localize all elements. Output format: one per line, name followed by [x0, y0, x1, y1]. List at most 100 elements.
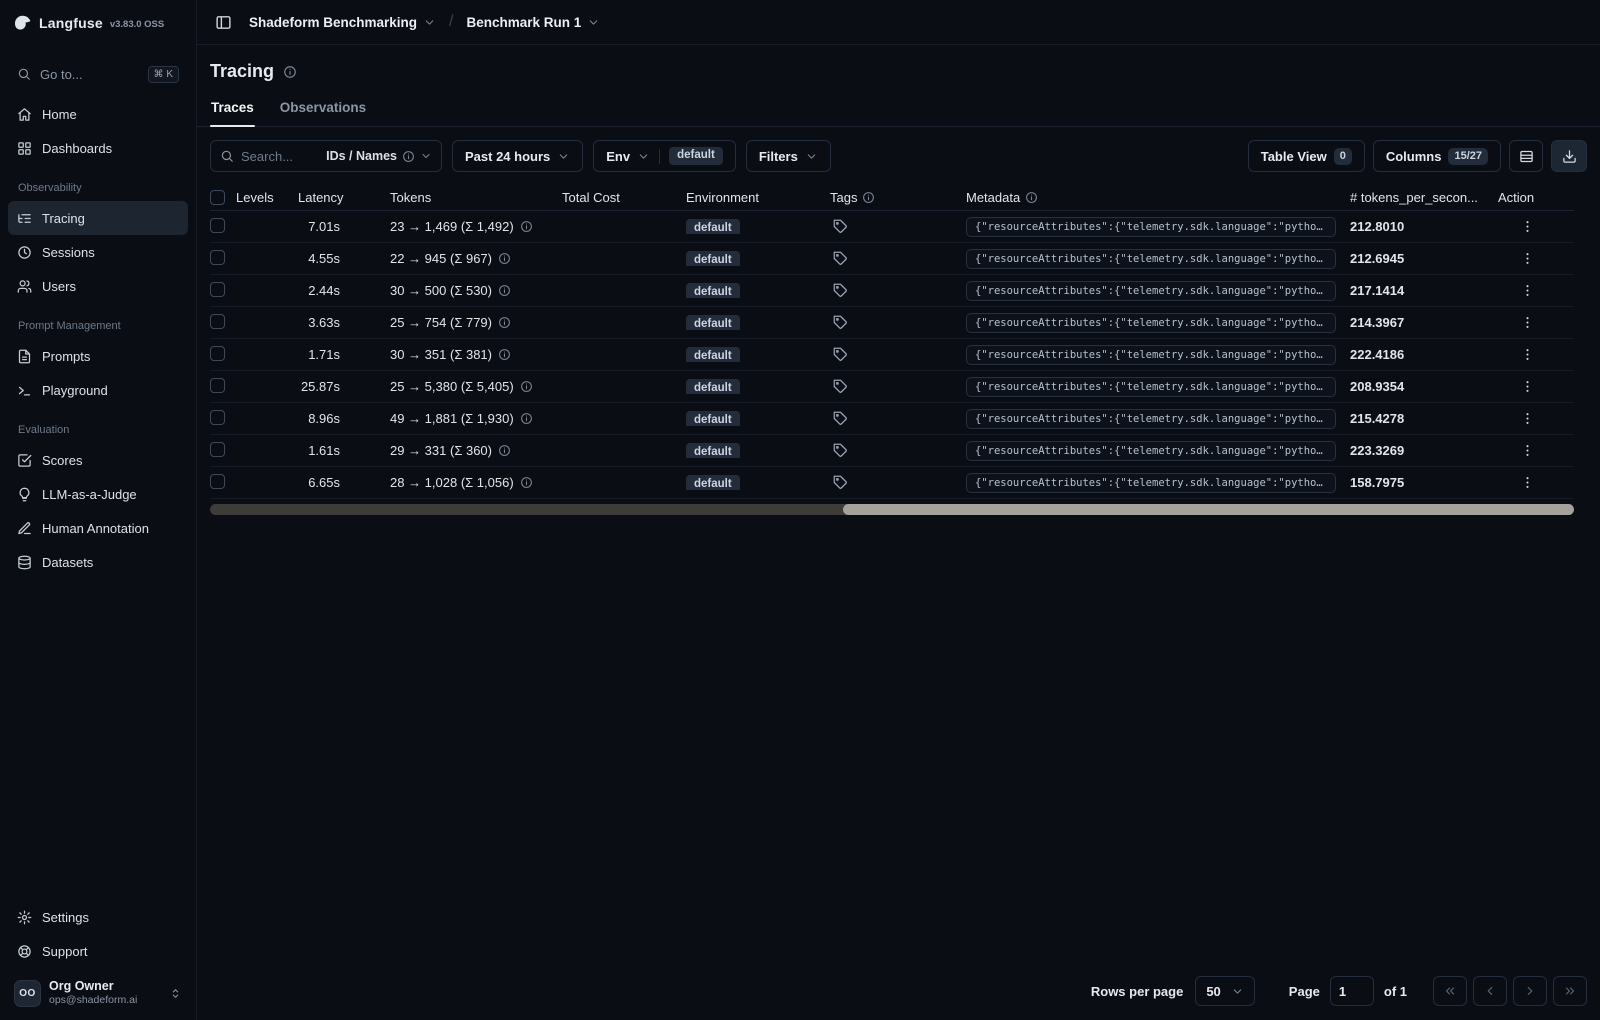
row-actions-button[interactable] — [1516, 376, 1538, 398]
next-page-button[interactable] — [1513, 976, 1547, 1006]
row-actions-button[interactable] — [1516, 216, 1538, 238]
column-header-environment[interactable]: Environment — [686, 190, 830, 205]
metadata-preview[interactable]: {"resourceAttributes":{"telemetry.sdk.la… — [966, 216, 1336, 237]
row-actions-button[interactable] — [1516, 280, 1538, 302]
table-row[interactable]: 1.71s 30 → 351 (Σ 381) default {"resourc… — [210, 339, 1574, 371]
scrollbar-thumb[interactable] — [842, 504, 1574, 515]
sidebar-item-users[interactable]: Users — [8, 269, 188, 303]
search-box[interactable]: IDs / Names — [210, 140, 442, 172]
sidebar-toggle-button[interactable] — [210, 9, 236, 35]
column-header-tokens-per-second[interactable]: # tokens_per_secon... — [1350, 190, 1498, 205]
row-checkbox[interactable] — [210, 441, 225, 457]
rows-per-page-select[interactable]: 50 — [1195, 976, 1255, 1006]
tag-icon — [833, 379, 847, 393]
add-tag-button[interactable] — [830, 441, 850, 461]
add-tag-button[interactable] — [830, 345, 850, 365]
column-header-tags[interactable]: Tags — [830, 190, 966, 205]
sidebar-item-settings[interactable]: Settings — [8, 900, 188, 934]
sidebar-item-playground[interactable]: Playground — [8, 373, 188, 407]
column-header-latency[interactable]: Latency — [298, 190, 390, 205]
table-row[interactable]: 7.01s 23 → 1,469 (Σ 1,492) default {"res… — [210, 211, 1574, 243]
add-tag-button[interactable] — [830, 377, 850, 397]
row-checkbox-cell — [210, 345, 236, 364]
metadata-preview[interactable]: {"resourceAttributes":{"telemetry.sdk.la… — [966, 280, 1336, 301]
table-row[interactable]: 1.61s 29 → 331 (Σ 360) default {"resourc… — [210, 435, 1574, 467]
sidebar-item-scores[interactable]: Scores — [8, 443, 188, 477]
row-checkbox[interactable] — [210, 409, 225, 425]
sidebar-item-llm-as-a-judge[interactable]: LLM-as-a-Judge — [8, 477, 188, 511]
table-row[interactable]: 2.44s 30 → 500 (Σ 530) default {"resourc… — [210, 275, 1574, 307]
table-row[interactable]: 3.63s 25 → 754 (Σ 779) default {"resourc… — [210, 307, 1574, 339]
sidebar-item-dashboards[interactable]: Dashboards — [8, 131, 188, 165]
add-tag-button[interactable] — [830, 217, 850, 237]
row-checkbox[interactable] — [210, 313, 225, 329]
row-actions-button[interactable] — [1516, 440, 1538, 462]
row-height-button[interactable] — [1509, 140, 1543, 172]
filters-button[interactable]: Filters — [745, 140, 831, 172]
tab-observations[interactable]: Observations — [279, 94, 367, 126]
cell-action — [1498, 312, 1558, 334]
columns-button[interactable]: Columns 15/27 — [1372, 140, 1501, 172]
add-tag-button[interactable] — [830, 473, 850, 493]
sidebar-item-tracing[interactable]: Tracing — [8, 201, 188, 235]
first-page-button[interactable] — [1433, 976, 1467, 1006]
row-checkbox[interactable] — [210, 249, 225, 265]
column-header-levels[interactable]: Levels — [236, 190, 298, 205]
page-number-input[interactable] — [1329, 976, 1374, 1006]
previous-page-button[interactable] — [1473, 976, 1507, 1006]
chevron-down-icon — [807, 153, 816, 159]
metadata-preview[interactable]: {"resourceAttributes":{"telemetry.sdk.la… — [966, 344, 1336, 365]
project-breadcrumb[interactable]: Benchmark Run 1 — [467, 15, 601, 30]
row-actions-button[interactable] — [1516, 248, 1538, 270]
metadata-preview[interactable]: {"resourceAttributes":{"telemetry.sdk.la… — [966, 312, 1336, 333]
last-page-button[interactable] — [1553, 976, 1587, 1006]
row-actions-button[interactable] — [1516, 312, 1538, 334]
metadata-preview[interactable]: {"resourceAttributes":{"telemetry.sdk.la… — [966, 440, 1336, 461]
search-mode-dropdown[interactable]: IDs / Names — [326, 149, 432, 163]
sidebar-item-human-annotation[interactable]: Human Annotation — [8, 511, 188, 545]
time-range-button[interactable]: Past 24 hours — [452, 140, 584, 172]
metadata-preview[interactable]: {"resourceAttributes":{"telemetry.sdk.la… — [966, 376, 1336, 397]
sidebar-item-prompts[interactable]: Prompts — [8, 339, 188, 373]
row-checkbox[interactable] — [210, 377, 225, 393]
table-row[interactable]: 8.96s 49 → 1,881 (Σ 1,930) default {"res… — [210, 403, 1574, 435]
search-input[interactable] — [241, 148, 303, 164]
row-checkbox[interactable] — [210, 473, 225, 489]
column-header-tokens[interactable]: Tokens — [390, 190, 562, 205]
metadata-preview[interactable]: {"resourceAttributes":{"telemetry.sdk.la… — [966, 472, 1336, 493]
column-header-total-cost[interactable]: Total Cost — [562, 190, 686, 205]
metadata-preview[interactable]: {"resourceAttributes":{"telemetry.sdk.la… — [966, 408, 1336, 429]
add-tag-button[interactable] — [830, 313, 850, 333]
env-filter-button[interactable]: Env default — [593, 140, 736, 172]
horizontal-scrollbar[interactable] — [210, 504, 1574, 515]
row-actions-button[interactable] — [1516, 472, 1538, 494]
row-checkbox[interactable] — [210, 217, 225, 233]
tab-traces[interactable]: Traces — [210, 94, 255, 127]
table-row[interactable]: 25.87s 25 → 5,380 (Σ 5,405) default {"re… — [210, 371, 1574, 403]
table-row[interactable]: 6.65s 28 → 1,028 (Σ 1,056) default {"res… — [210, 467, 1574, 499]
export-button[interactable] — [1551, 140, 1587, 172]
goto-search[interactable]: Go to... ⌘ K — [8, 57, 188, 91]
row-checkbox[interactable] — [210, 345, 225, 361]
tag-icon — [833, 251, 847, 265]
table-view-button[interactable]: Table View 0 — [1247, 140, 1365, 172]
user-menu[interactable]: OO Org Owner ops@shadeform.ai — [10, 978, 186, 1008]
sidebar-item-home[interactable]: Home — [8, 97, 188, 131]
add-tag-button[interactable] — [830, 409, 850, 429]
org-breadcrumb[interactable]: Shadeform Benchmarking — [249, 15, 436, 30]
add-tag-button[interactable] — [830, 249, 850, 269]
sidebar-item-datasets[interactable]: Datasets — [8, 545, 188, 579]
metadata-preview[interactable]: {"resourceAttributes":{"telemetry.sdk.la… — [966, 248, 1336, 269]
sidebar-item-sessions[interactable]: Sessions — [8, 235, 188, 269]
row-checkbox[interactable] — [210, 281, 225, 297]
table-row[interactable]: 4.55s 22 → 945 (Σ 967) default {"resourc… — [210, 243, 1574, 275]
select-all-checkbox[interactable] — [210, 189, 225, 205]
column-header-metadata[interactable]: Metadata — [966, 190, 1350, 205]
cell-metadata: {"resourceAttributes":{"telemetry.sdk.la… — [966, 312, 1350, 333]
add-tag-button[interactable] — [830, 281, 850, 301]
row-actions-button[interactable] — [1516, 408, 1538, 430]
page-group: Page of 1 — [1289, 976, 1407, 1006]
cell-tags — [830, 377, 966, 397]
sidebar-item-support[interactable]: Support — [8, 934, 188, 968]
row-actions-button[interactable] — [1516, 344, 1538, 366]
